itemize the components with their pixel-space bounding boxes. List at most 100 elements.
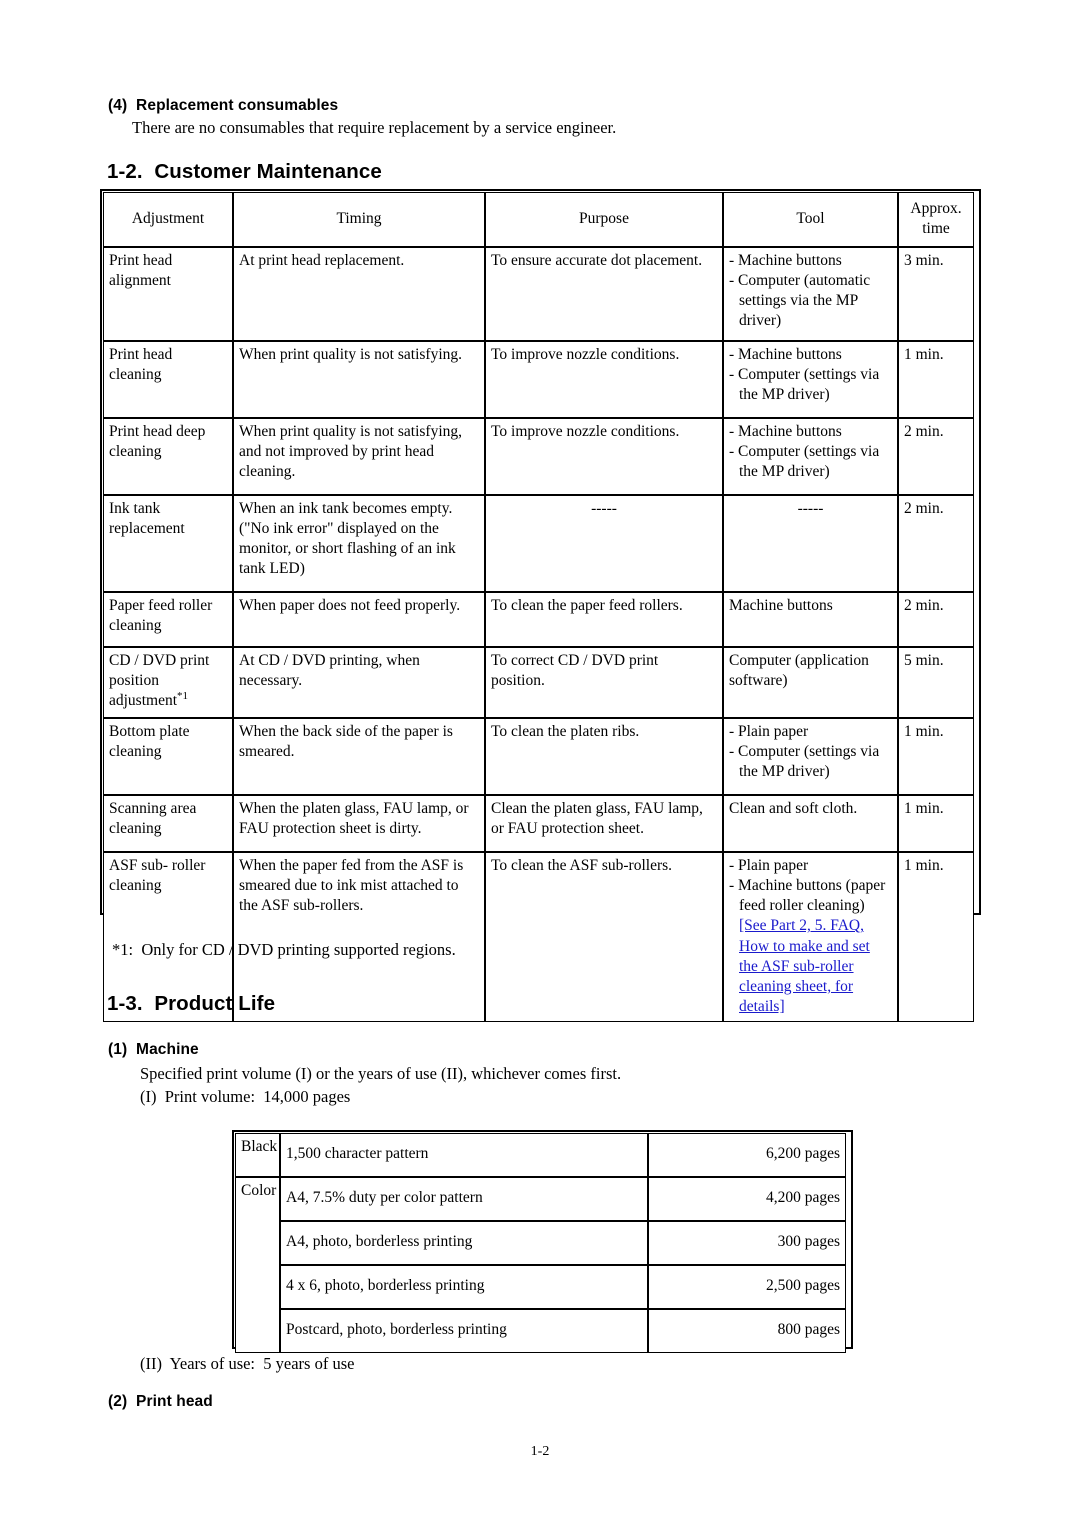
cell-line: cleaning [109, 443, 162, 461]
cell-line: cleaning [109, 743, 162, 761]
cell-approx-time: 1 min. [898, 718, 974, 795]
cell-adjustment: Print head alignment [103, 247, 233, 341]
heading-replacement-consumables: (4) Replacement consumables [108, 97, 339, 114]
heading-print-head: (2) Print head [108, 1393, 213, 1410]
column-header: Approx. time [898, 192, 974, 247]
cross-reference-link[interactable]: the ASF sub-roller [729, 957, 892, 977]
cell-purpose: To clean the ASF sub-rollers. [485, 852, 723, 1023]
cell-adjustment: CD / DVD print position adjustment*1 [103, 647, 233, 718]
replacement-consumables-body: There are no consumables that require re… [132, 118, 617, 137]
column-header: Purpose [485, 192, 723, 247]
cell-timing: When the back side of the paper is smeare… [233, 718, 485, 795]
cell-line: monitor, or short flashing of an ink [239, 540, 456, 558]
cell-line: driver) [739, 312, 782, 330]
cell-line: Print head [109, 346, 173, 363]
cell-purpose: To ensure accurate dot placement. [485, 247, 723, 341]
cell-line: 2 min. [904, 500, 944, 517]
cell-line: - Machine buttons [729, 252, 842, 269]
table-row: Ink tank replacement When an ink tank beco… [103, 495, 974, 592]
cell-adjustment: Print head cleaning [103, 341, 233, 418]
cell-purpose: Clean the platen glass, FAU lamp, or FAU … [485, 795, 723, 852]
cell-line: 1 min. [904, 800, 944, 817]
table-row: Paper feed roller cleaning When paper does… [103, 592, 974, 647]
cell-line: settings via the MP [739, 292, 859, 310]
cell-approx-time: 1 min. [898, 795, 974, 852]
maintenance-footnote: *1: Only for CD / DVD printing supported… [112, 940, 456, 959]
cell-timing: When an ink tank becomes empty. ("No ink … [233, 495, 485, 592]
cell-timing: When the platen glass, FAU lamp, or FAU p… [233, 795, 485, 852]
cell-adjustment: Paper feed roller cleaning [103, 592, 233, 647]
cell-line: Machine buttons [729, 597, 833, 614]
customer-maintenance-table: Adjustment Timing Purpose Tool Approx. time Pr… [103, 192, 974, 1023]
table-header-row: Adjustment Timing Purpose Tool Approx. time [103, 192, 974, 247]
cell-line: CD / DVD print [109, 652, 210, 669]
footnote-marker: *1 [177, 690, 189, 703]
cell-line: the MP driver) [739, 386, 830, 404]
cell-page-count: 4,200 pages [648, 1177, 846, 1221]
cross-reference-link[interactable]: cleaning sheet, for [729, 977, 892, 997]
cell-timing: When print quality is not satisfying, and… [233, 418, 485, 495]
cell-line: feed roller cleaning) [739, 897, 865, 915]
cell-line: When paper does not feed properly. [239, 597, 461, 614]
table-row: Postcard, photo, borderless printing 800 … [235, 1309, 846, 1353]
cell-purpose: To clean the paper feed rollers. [485, 592, 723, 647]
cell-line: 2 min. [904, 597, 944, 614]
cell-line: When print quality is not satisfying. [239, 346, 463, 363]
cell-line: When print quality is not satisfying, [239, 423, 463, 440]
machine-line-2: (I) Print volume: 14,000 pages [140, 1087, 351, 1106]
cell-line: - Machine buttons [729, 423, 842, 440]
table-row: A4, photo, borderless printing 300 pages [235, 1221, 846, 1265]
cell-line: When the back side of the paper is [239, 723, 453, 740]
page-footer: 1-2 [530, 1444, 550, 1459]
cell-approx-time: 1 min. [898, 341, 974, 418]
table-row: Scanning area cleaning When the platen gla… [103, 795, 974, 852]
table-row: 4 x 6, photo, borderless printing 2,500 p… [235, 1265, 846, 1309]
cell-approx-time: 2 min. [898, 592, 974, 647]
cell-line: When the platen glass, FAU lamp, or [239, 800, 469, 817]
cell-line: ASF sub- roller [109, 857, 206, 874]
cross-reference-link[interactable]: [See Part 2, 5. FAQ, [729, 916, 892, 936]
cell-line: - Plain paper [729, 857, 809, 874]
cell-line: smeared due to ink mist attached to [239, 877, 459, 895]
column-header: Adjustment [103, 192, 233, 247]
table-row: Print head cleaning When print quality is … [103, 341, 974, 418]
cell-tool: - Machine buttons - Computer (automatic se… [723, 247, 898, 341]
cell-approx-time: 2 min. [898, 495, 974, 592]
cell-line: At CD / DVD printing, when [239, 652, 420, 669]
cell-line: and not improved by print head [239, 443, 434, 461]
cell-purpose: To correct CD / DVD print position. [485, 647, 723, 718]
cell-purpose: ----- [485, 495, 723, 592]
cell-approx-time: 1 min. [898, 852, 974, 1023]
cell-line: Bottom plate [109, 723, 190, 740]
cell-line: Adjustment [131, 209, 205, 227]
cell-line: necessary. [239, 672, 303, 690]
cell-line: tank LED) [239, 560, 305, 578]
cell-tool: - Machine buttons - Computer (settings vi… [723, 418, 898, 495]
cell-page-count: 800 pages [648, 1309, 846, 1353]
cell-line: cleaning [109, 617, 162, 635]
cell-line: cleaning [109, 366, 162, 384]
table-row: Color A4, 7.5% duty per color pattern 4,20… [235, 1177, 846, 1353]
cell-line: the MP driver) [739, 463, 830, 481]
cell-line: 2 min. [904, 423, 944, 440]
cross-reference-link[interactable]: How to make and set [729, 937, 892, 957]
cell-line: Scanning area [109, 800, 197, 817]
cell-timing: At CD / DVD printing, when necessary. [233, 647, 485, 718]
cell-timing: At print head replacement. [233, 247, 485, 341]
cell-line: adjustment*1 [109, 690, 189, 710]
cell-tool: Computer (application software) [723, 647, 898, 718]
cross-reference-link[interactable]: details] [729, 997, 892, 1017]
cell-tool: Clean and soft cloth. [723, 795, 898, 852]
cell-line: Ink tank [109, 500, 161, 517]
cell-line: time [922, 220, 950, 237]
cell-line: To clean the ASF sub-rollers. [491, 857, 673, 874]
cell-line: 1 min. [904, 723, 944, 740]
cell-line: To clean the paper feed rollers. [491, 597, 683, 614]
cell-line: Clean the platen glass, FAU lamp, [491, 800, 703, 817]
cell-line: 5 min. [904, 652, 944, 669]
cell-page-count: 2,500 pages [648, 1265, 846, 1309]
cell-line: or FAU protection sheet. [491, 820, 644, 838]
cell-line: 1 min. [904, 346, 944, 363]
cell-line: Print head deep [109, 423, 206, 440]
cell-line: To clean the platen ribs. [491, 723, 640, 740]
